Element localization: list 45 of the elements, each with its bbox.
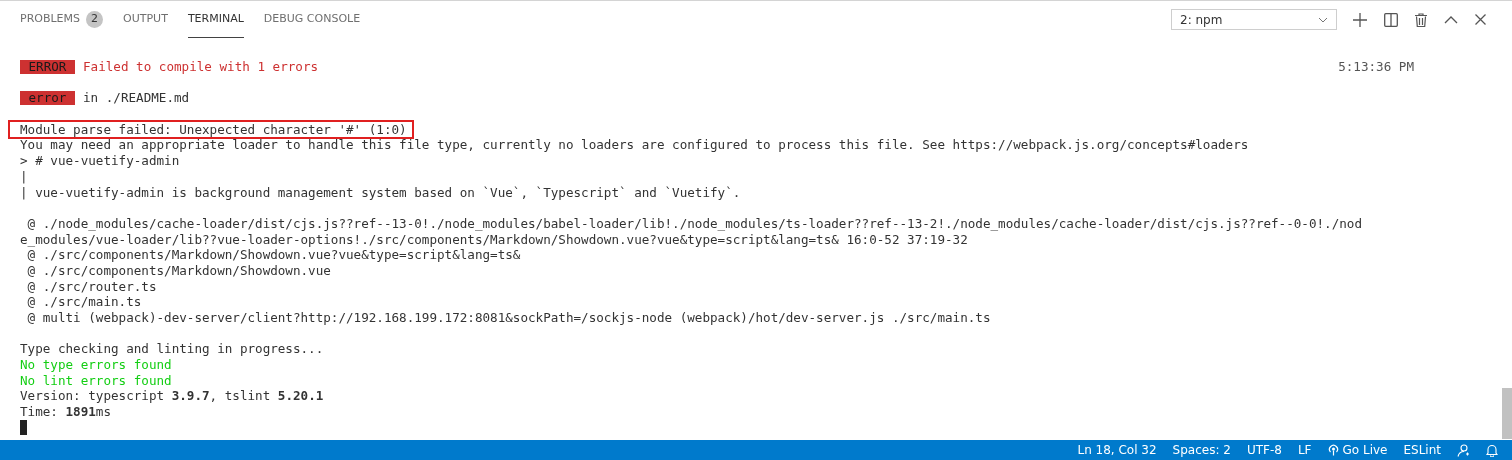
count-badge: 2 xyxy=(86,10,104,28)
trash-icon[interactable] xyxy=(1415,12,1427,27)
terminal-line: No lint errors found xyxy=(20,372,172,389)
terminal-line: @ ./src/router.ts xyxy=(26,278,157,295)
panel-tab[interactable]: TERMINAL xyxy=(187,1,244,38)
broadcast-icon xyxy=(1327,444,1339,456)
terminal-select[interactable]: 2: npm xyxy=(1171,9,1337,30)
split-icon[interactable] xyxy=(1384,12,1398,27)
status-item[interactable]: Ln 18, Col 32 xyxy=(1077,441,1157,459)
terminal-line: @ multi (webpack)-dev-server/client?http://192.168.199.172:8081&sockPath=/sockjs-node (webpack)/hot/dev-server.js ./src/main.ts xyxy=(26,310,991,326)
panel-tab[interactable]: OUTPUT xyxy=(123,1,168,38)
terminal-line: @ ./node_modules/cache-loader/dist/cjs.js??ref--13-0!./node_modules/babel-loader/lib!./node_modules/ts-loader??ref--13-2!./node_modules/cache-loader/dist/cjs.js??ref--0-0!./nod xyxy=(26,215,1363,232)
close-icon[interactable] xyxy=(1475,14,1486,25)
panel-tab[interactable]: DEBUG CONSOLE xyxy=(263,1,361,38)
terminal-line: You may need an appropriate loader to handle this file type, currently no loaders are configured to process this file. See https://webpack.js.org/concepts#loaders xyxy=(20,137,1249,154)
status-item[interactable]: Spaces: 2 xyxy=(1172,441,1231,459)
status-item[interactable]: LF xyxy=(1297,441,1312,459)
log-message: Failed to compile with 1 errors xyxy=(83,59,319,75)
terminal-line: | vue-vuetify-admin is background management system based on `Vue`, `Typescript` and `Vuetify`. xyxy=(20,184,741,201)
timestamp: 5:13:36 PM xyxy=(1338,59,1414,75)
log-level-badge: error xyxy=(20,91,75,106)
status-item[interactable]: ESLint xyxy=(1403,441,1441,459)
terminal-line: @ ./src/main.ts xyxy=(26,294,142,310)
chevron-up-icon[interactable] xyxy=(1444,15,1458,24)
terminal-line: Time: 1891ms xyxy=(20,404,111,420)
bell-icon[interactable] xyxy=(1486,443,1498,457)
log-message: in ./README.md xyxy=(83,90,190,107)
terminal-line: | xyxy=(20,168,28,185)
terminal-line: @ ./src/components/Markdown/Showdown.vue xyxy=(26,262,331,279)
terminal-cursor xyxy=(20,420,27,436)
go-live-button[interactable]: Go Live xyxy=(1327,441,1388,459)
status-item[interactable]: UTF-8 xyxy=(1246,441,1282,459)
terminal-line: Version: typescript 3.9.7, tslint 5.20.1 xyxy=(20,388,324,405)
person-icon[interactable] xyxy=(1457,443,1470,457)
terminal-line: e_modules/vue-loader/lib??vue-loader-options!./src/components/Markdown/Showdown.vue?vue&type=script&lang=ts& 16:0-52 37:19-32 xyxy=(20,231,968,248)
plus-icon[interactable] xyxy=(1353,12,1367,27)
panel-tab[interactable]: PROBLEMS 2 xyxy=(20,1,104,38)
terminal-line: Type checking and linting in progress... xyxy=(20,341,324,358)
scrollbar-thumb[interactable] xyxy=(1502,388,1512,439)
terminal-line: > # vue-vuetify-admin xyxy=(20,153,180,169)
chevron-down-icon xyxy=(1318,16,1328,23)
terminal-line: Module parse failed: Unexpected character '#' (1:0) xyxy=(10,121,412,138)
log-level-badge: ERROR xyxy=(20,59,75,74)
terminal-line: @ ./src/components/Markdown/Showdown.vue?vue&type=script&lang=ts& xyxy=(26,247,521,263)
terminal-line: No type errors found xyxy=(20,357,172,373)
